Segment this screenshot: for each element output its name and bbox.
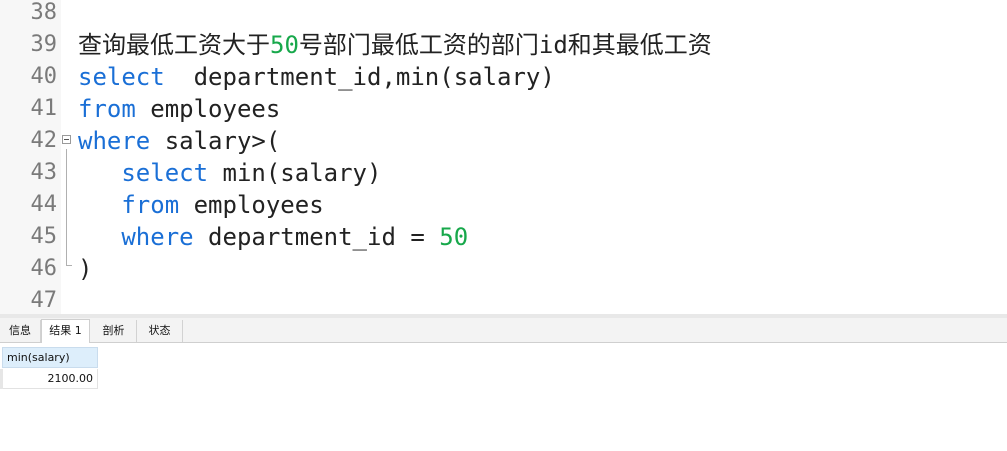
sql-keyword: where — [78, 127, 151, 155]
code-token: min(salary) — [208, 159, 382, 187]
code-line[interactable]: 41 from employees — [0, 93, 1007, 125]
line-number: 42 — [30, 128, 58, 153]
line-number: 45 — [30, 224, 58, 249]
line-number: 43 — [30, 160, 58, 185]
line-number: 40 — [30, 64, 58, 89]
fold-collapse-icon[interactable] — [62, 135, 71, 144]
code-line[interactable]: 45 where department_id = 50 — [0, 221, 1007, 253]
line-number: 38 — [30, 0, 58, 25]
fold-guide-line — [66, 149, 67, 265]
code-token: department_id = — [193, 223, 440, 251]
code-token: 号部门最低工资的部门id和其最低工资 — [298, 31, 712, 59]
result-cell[interactable]: 2100.00 — [3, 369, 98, 389]
fold-guide-end — [66, 265, 72, 266]
code-text: select min(salary) — [78, 157, 381, 189]
code-line[interactable]: 43 select min(salary) — [0, 157, 1007, 189]
number-literal: 50 — [439, 223, 469, 251]
code-line[interactable]: 40 select department_id,min(salary) — [0, 61, 1007, 93]
line-number: 44 — [30, 192, 58, 217]
number-literal: 50 — [270, 31, 299, 59]
sql-keyword: where — [121, 223, 194, 251]
code-line[interactable]: 39 查询最低工资大于50号部门最低工资的部门id和其最低工资 — [0, 29, 1007, 61]
sql-keyword: select — [121, 159, 209, 187]
tab-result-1[interactable]: 结果 1 — [41, 319, 90, 344]
code-line[interactable]: 38 — [0, 0, 1007, 29]
sql-editor[interactable]: 38 39 查询最低工资大于50号部门最低工资的部门id和其最低工资 40 select… — [0, 0, 1007, 314]
tab-info[interactable]: 信息 — [0, 320, 41, 342]
code-text: where department_id = 50 — [78, 221, 468, 253]
sql-keyword: from — [78, 95, 136, 123]
code-line[interactable]: 46) — [0, 253, 1007, 285]
code-token: salary>( — [150, 127, 281, 155]
code-line[interactable]: 44 from employees — [0, 189, 1007, 221]
line-number: 39 — [30, 32, 58, 57]
line-number: 46 — [30, 256, 58, 281]
sql-keyword: select — [78, 63, 165, 91]
code-text: 查询最低工资大于50号部门最低工资的部门id和其最低工资 — [78, 29, 712, 61]
tab-status[interactable]: 状态 — [137, 320, 183, 342]
result-tabs-bar: 信息 结果 1 剖析 状态 — [0, 318, 1007, 344]
code-token: 查询最低工资大于 — [78, 31, 270, 59]
tab-profile[interactable]: 剖析 — [91, 320, 137, 342]
code-token: ) — [78, 255, 93, 283]
code-text: from employees — [78, 189, 324, 221]
code-line[interactable]: 47 — [0, 285, 1007, 317]
code-token: employees — [179, 191, 324, 219]
line-number: 41 — [30, 96, 58, 121]
code-line[interactable]: 42 where salary>( — [0, 125, 1007, 157]
sql-keyword: from — [121, 191, 180, 219]
code-token: department_id,min(salary) — [164, 63, 555, 91]
code-token: employees — [135, 95, 281, 123]
code-text: from employees — [78, 93, 280, 125]
code-text: where salary>( — [78, 125, 280, 157]
result-grid: min(salary) 2100.00 — [0, 343, 1007, 451]
code-text: select department_id,min(salary) — [78, 61, 555, 93]
column-header-min-salary[interactable]: min(salary) — [2, 347, 98, 368]
code-text: ) — [78, 253, 92, 285]
line-number: 47 — [30, 288, 58, 313]
